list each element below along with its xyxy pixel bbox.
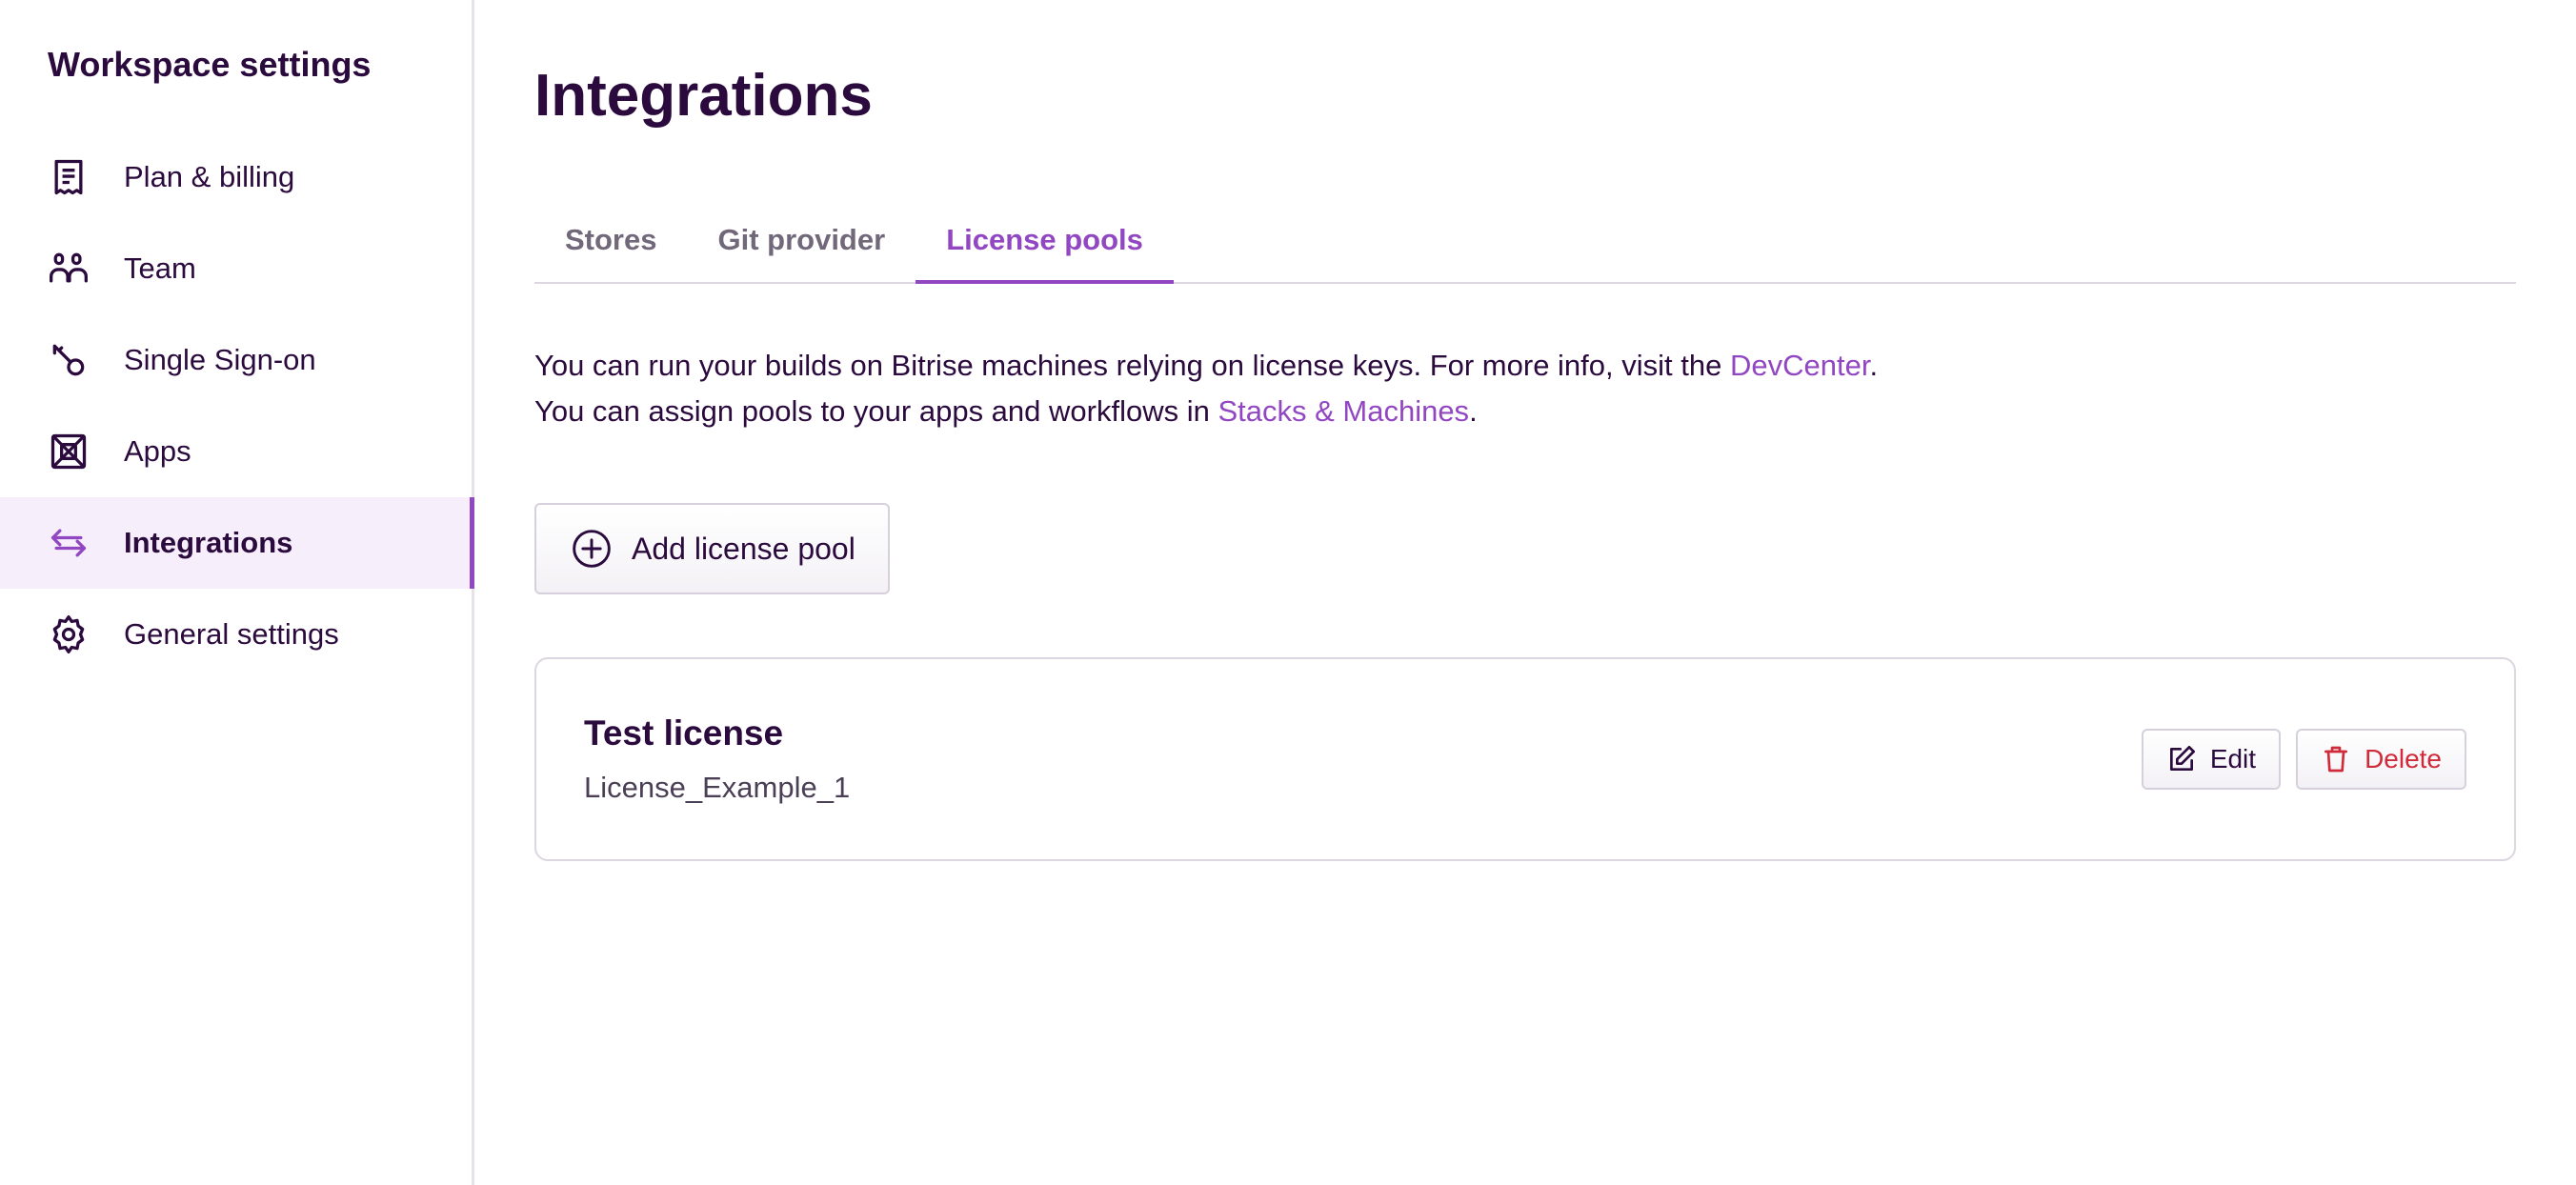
sidebar-item-apps[interactable]: Apps (0, 406, 472, 497)
sidebar-item-label: Plan & billing (124, 160, 295, 193)
delete-button[interactable]: Delete (2296, 729, 2466, 790)
description-line-2: You can assign pools to your apps and wo… (534, 389, 2516, 434)
edit-button[interactable]: Edit (2141, 729, 2282, 790)
add-license-pool-button[interactable]: Add license pool (534, 503, 890, 594)
page-title: Integrations (534, 63, 873, 129)
main-content: Integrations Stores Git provider License… (474, 0, 2576, 1185)
tab-bar: Stores Git provider License pools (534, 202, 2516, 284)
sidebar: Workspace settings Plan & billing Team S… (0, 0, 474, 1185)
apps-icon (48, 431, 90, 472)
sidebar-item-integrations[interactable]: Integrations (0, 497, 474, 589)
sidebar-item-general-settings[interactable]: General settings (0, 589, 472, 680)
description-text: . (1869, 349, 1879, 382)
license-pool-info: Test license License_Example_1 (584, 712, 850, 807)
stacks-machines-link[interactable]: Stacks & Machines (1218, 394, 1469, 428)
license-pool-key: License_Example_1 (584, 771, 851, 804)
license-pool-title: Test license (584, 713, 784, 753)
arrows-icon (48, 522, 90, 564)
sidebar-item-team[interactable]: Team (0, 223, 472, 314)
description: You can run your builds on Bitrise machi… (534, 343, 2516, 434)
trash-icon (2321, 744, 2351, 774)
description-text: You can assign pools to your apps and wo… (534, 394, 1218, 428)
tab-license-pools[interactable]: License pools (916, 202, 1174, 284)
app-layout: Workspace settings Plan & billing Team S… (0, 0, 2576, 1185)
tab-stores[interactable]: Stores (534, 202, 687, 282)
receipt-icon (48, 156, 90, 198)
sidebar-item-label: Single Sign-on (124, 343, 316, 376)
sidebar-item-label: General settings (124, 617, 339, 651)
sidebar-title: Workspace settings (48, 45, 372, 84)
description-text: . (1469, 394, 1478, 428)
sidebar-item-label: Integrations (124, 526, 293, 559)
team-icon (48, 248, 90, 290)
delete-label: Delete (2365, 744, 2442, 773)
gear-icon (48, 613, 90, 655)
edit-label: Edit (2209, 744, 2257, 773)
add-license-pool-label: Add license pool (632, 531, 855, 566)
sidebar-item-single-sign-on[interactable]: Single Sign-on (0, 314, 472, 406)
description-text: You can run your builds on Bitrise machi… (534, 349, 1730, 382)
devcenter-link[interactable]: DevCenter (1730, 349, 1869, 382)
plus-circle-icon (571, 528, 613, 570)
sidebar-item-plan-billing[interactable]: Plan & billing (0, 131, 472, 223)
key-icon (48, 339, 90, 381)
edit-icon (2166, 744, 2197, 774)
license-pool-actions: Edit Delete (2141, 729, 2466, 790)
tab-git-provider[interactable]: Git provider (687, 202, 916, 282)
sidebar-item-label: Apps (124, 434, 191, 468)
sidebar-item-label: Team (124, 251, 196, 285)
description-line-1: You can run your builds on Bitrise machi… (534, 343, 2516, 389)
license-pool-card: Test license License_Example_1 Edit Dele… (534, 657, 2516, 861)
